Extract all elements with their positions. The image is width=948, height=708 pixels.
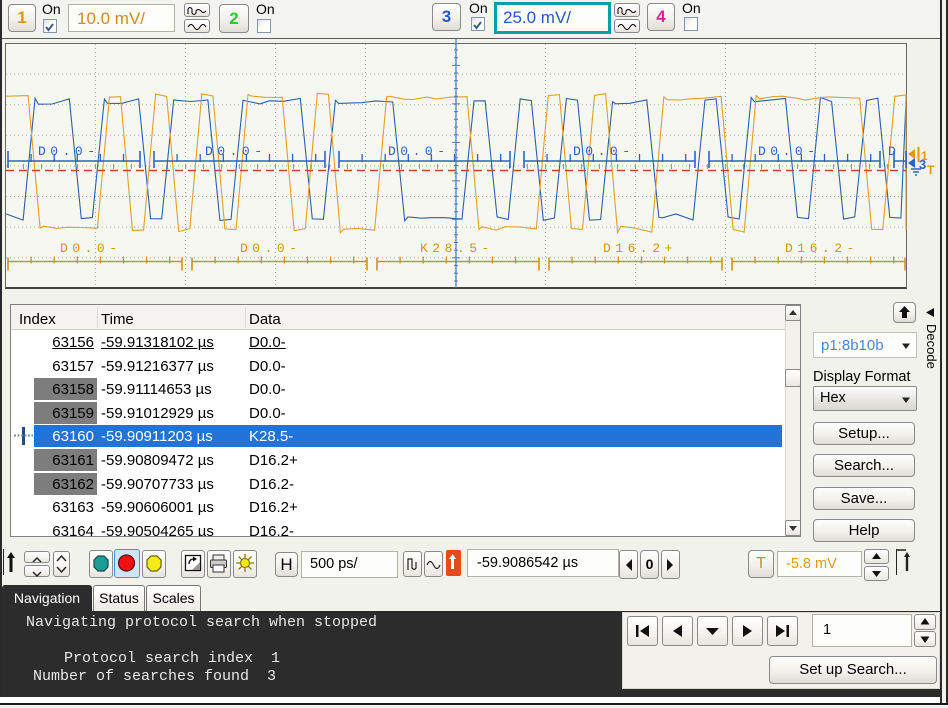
svg-text:T: T — [927, 163, 935, 177]
